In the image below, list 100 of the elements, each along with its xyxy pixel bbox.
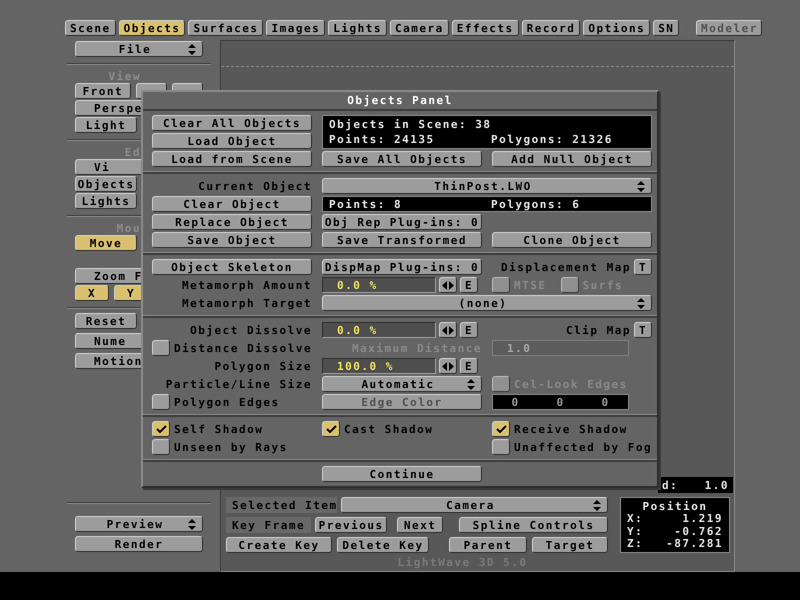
toolbar-tab[interactable]: Options [583, 20, 650, 36]
axis-value: 1.219 [682, 513, 723, 524]
toolbar-tab[interactable]: Objects [118, 20, 186, 36]
axis-label: Y: [627, 526, 644, 537]
next-button[interactable]: Next [397, 517, 444, 533]
left-right-arrows-icon [442, 326, 454, 334]
checkbox-label: Unaffected by Fog [514, 442, 652, 452]
sidebar-button[interactable]: Move [75, 235, 137, 251]
previous-button[interactable]: Previous [315, 517, 388, 533]
toolbar-tab[interactable]: Lights [328, 20, 387, 36]
value-field[interactable]: 0.0 % [322, 277, 436, 293]
axis-label: Z: [627, 538, 644, 549]
axis-value: -87.281 [666, 538, 723, 549]
preview-dropdown[interactable]: Preview [75, 516, 203, 532]
sidebar-button[interactable]: X [75, 285, 109, 301]
checkbox[interactable] [152, 421, 170, 437]
checkbox-label: Cast Shadow [344, 424, 434, 434]
create-key-button[interactable]: Create Key [226, 537, 332, 553]
field-label: Metamorph Target [182, 298, 312, 308]
current-object-dropdown[interactable]: ThinPost.LWO [322, 178, 652, 194]
sidebar-button[interactable]: Objects [75, 176, 137, 192]
clone-object-button[interactable]: Clone Object [492, 232, 652, 248]
checkbox-label: Unseen by Rays [174, 442, 288, 452]
check-icon [326, 424, 336, 434]
texture-button[interactable]: T [634, 322, 652, 338]
replace-object-button[interactable]: Replace Object [152, 214, 312, 230]
checkbox-label: Self Shadow [174, 424, 264, 434]
toolbar-tab[interactable]: Surfaces [188, 20, 264, 36]
grid-label: d: [662, 480, 678, 490]
value-field[interactable]: 100.0 % [322, 358, 436, 374]
field-label: Current Object [198, 180, 312, 192]
color-component: 0 [511, 396, 520, 408]
checkbox[interactable] [152, 439, 170, 455]
checkbox-label: Polygon Edges [174, 396, 280, 408]
target-button[interactable]: Target [532, 537, 608, 553]
field-label: Polygon Size [214, 360, 312, 372]
sidebar-button[interactable]: Lights [75, 193, 137, 209]
toolbar-tab[interactable]: Scene [65, 20, 116, 36]
sidebar-button[interactable]: Front [75, 83, 131, 99]
delete-key-button[interactable]: Delete Key [337, 537, 429, 553]
continue-button[interactable]: Continue [322, 466, 482, 482]
points-count: Points: 24135 [329, 134, 436, 145]
position-title: Position [642, 501, 708, 512]
metamorph-target-dropdown[interactable]: (none) [322, 295, 652, 311]
envelope-button[interactable]: E [460, 277, 478, 293]
checkbox[interactable] [492, 439, 510, 455]
add-null-object-button[interactable]: Add Null Object [492, 151, 652, 167]
axis-label: X: [627, 513, 644, 524]
particle-size-dropdown[interactable]: Automatic [322, 376, 482, 392]
objects-count: Objects in Scene: 38 [329, 119, 492, 130]
spline-controls-button[interactable]: Spline Controls [459, 517, 608, 533]
load-object-button[interactable]: Load Object [152, 133, 312, 149]
plugins-button[interactable]: DispMap Plug-ins: 0 [322, 259, 482, 275]
checkbox[interactable] [322, 421, 340, 437]
toolbar-tab[interactable]: SN [653, 20, 680, 36]
object-skeleton-button[interactable]: Object Skeleton [152, 259, 312, 275]
polygons-count: Polygons: 21326 [491, 134, 613, 145]
save-transformed-button[interactable]: Save Transformed [322, 232, 482, 248]
load-from-scene-button[interactable]: Load from Scene [152, 151, 312, 167]
value-field[interactable]: 0.0 % [322, 322, 436, 338]
slider-arrows-button[interactable] [439, 358, 457, 374]
color-component: 0 [556, 396, 565, 408]
envelope-button[interactable]: E [460, 358, 478, 374]
clear-all-objects-button[interactable]: Clear All Objects [152, 115, 312, 131]
sidebar-button[interactable]: Reset [75, 313, 137, 329]
plugins-button[interactable]: Obj Rep Plug-ins: 0 [322, 214, 482, 230]
points-count: Points: 8 [329, 198, 404, 210]
toolbar-tab[interactable]: Camera [390, 20, 449, 36]
parent-button[interactable]: Parent [449, 537, 527, 553]
save-all-objects-button[interactable]: Save All Objects [322, 151, 482, 167]
panel-title: Objects Panel [347, 95, 453, 106]
checkbox[interactable] [152, 394, 170, 410]
toolbar-tab[interactable]: Effects [452, 20, 519, 36]
selected-item-dropdown[interactable]: Camera [341, 497, 608, 513]
sidebar-button[interactable]: Light [75, 117, 137, 133]
envelope-button[interactable]: E [460, 322, 478, 338]
file-dropdown[interactable]: File [75, 41, 203, 57]
check-icon [496, 424, 506, 434]
checkbox[interactable] [492, 421, 510, 437]
save-object-button[interactable]: Save Object [152, 232, 312, 248]
render-button[interactable]: Render [75, 536, 203, 552]
toolbar-tab[interactable]: Images [266, 20, 326, 36]
up-down-arrows-icon [467, 378, 475, 390]
check-icon [156, 424, 166, 434]
field-label: Particle/Line Size [166, 378, 312, 390]
selected-item-label: Selected Item [226, 497, 337, 513]
up-down-arrows-icon [637, 180, 645, 192]
checkbox-label: Receive Shadow [514, 424, 628, 434]
slider-arrows-button[interactable] [439, 322, 457, 338]
grid-value: 1.0 [704, 480, 729, 490]
texture-button[interactable]: T [634, 259, 652, 275]
up-down-arrows-icon [188, 44, 196, 54]
polygons-count: Polygons: 6 [491, 198, 580, 210]
toolbar-tab[interactable]: Record [522, 20, 580, 36]
left-right-arrows-icon [442, 280, 454, 290]
up-down-arrows-icon [593, 500, 601, 510]
checkbox[interactable] [152, 340, 170, 356]
field-label: Object Dissolve [190, 324, 312, 336]
slider-arrows-button[interactable] [439, 277, 457, 293]
clear-object-button[interactable]: Clear Object [152, 196, 312, 212]
